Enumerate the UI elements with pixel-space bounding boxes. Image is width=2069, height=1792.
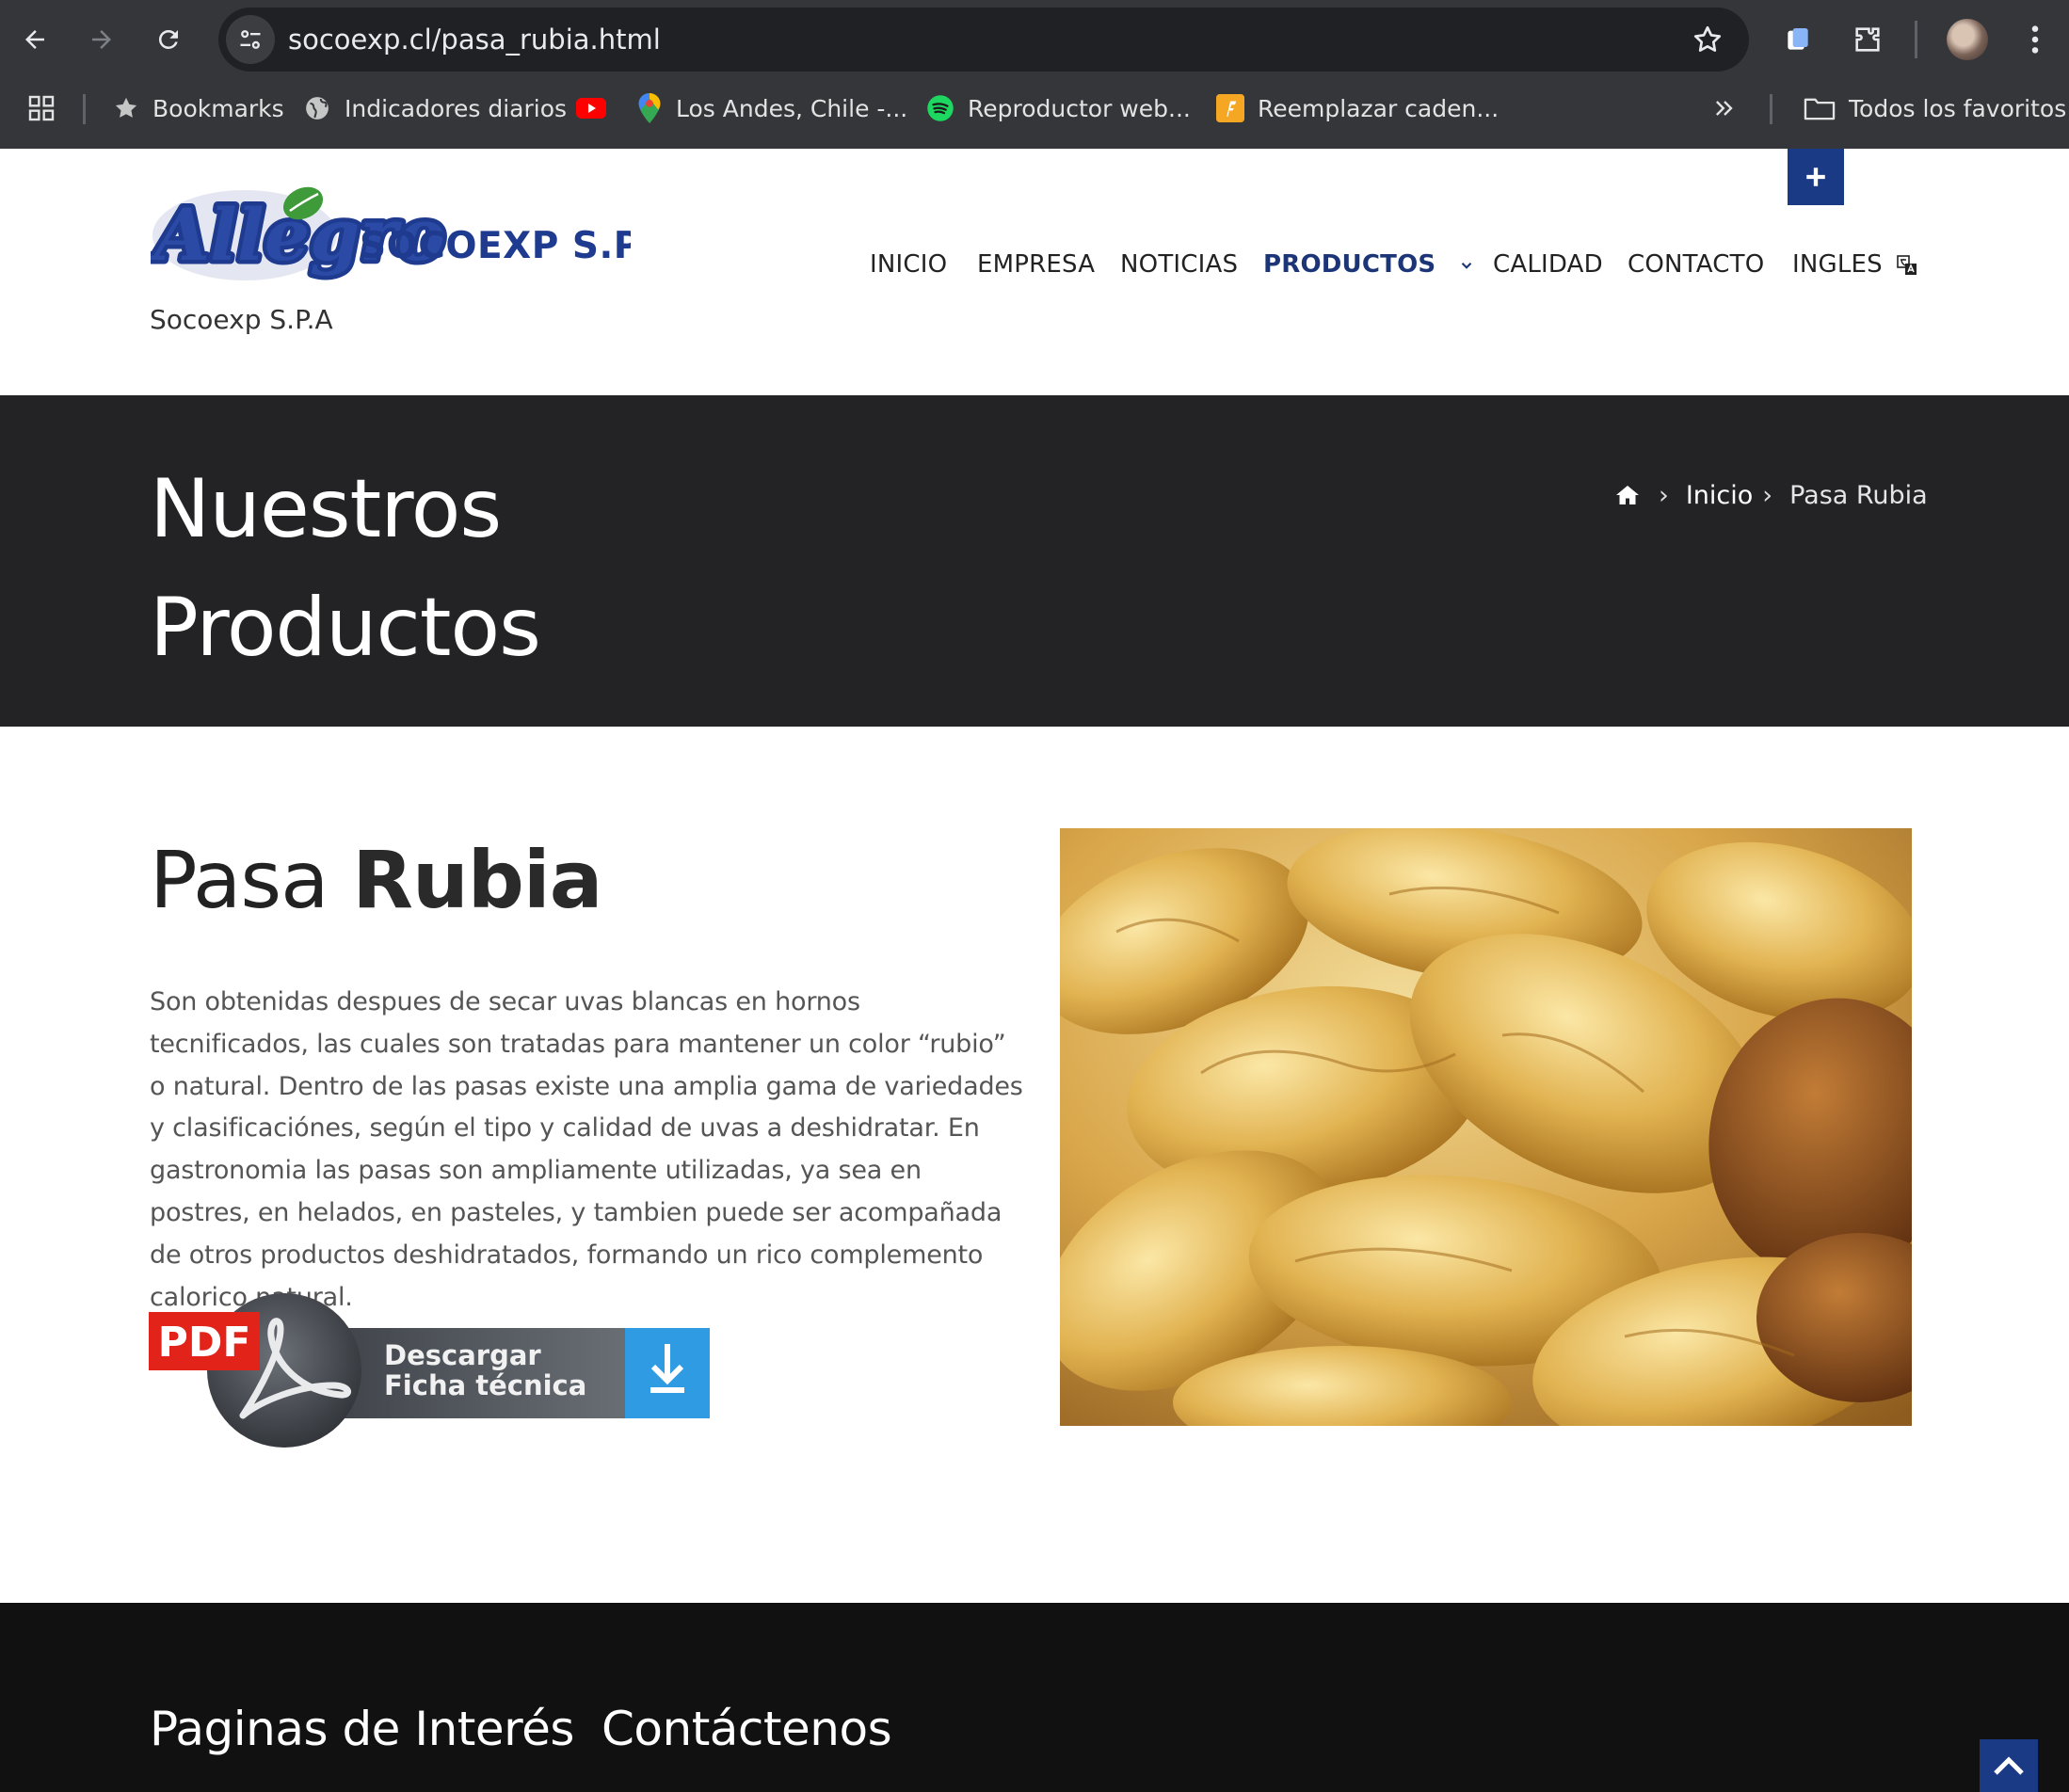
bookmarks-divider	[83, 94, 86, 124]
profile-avatar[interactable]	[1947, 19, 1988, 60]
site-footer: Paginas de Interés Contáctenos	[0, 1603, 2069, 1792]
arrow-left-icon	[25, 30, 44, 49]
menu-item-productos[interactable]: PRODUCTOS	[1263, 241, 1475, 288]
site-info-icon[interactable]	[226, 15, 275, 64]
site-header: Allegro Allegro SOCOEXP S.P.A. Socoexp S…	[0, 149, 2069, 395]
scroll-to-top-button[interactable]	[1980, 1739, 2038, 1792]
star-icon	[115, 97, 137, 118]
bookmark-reemplazar[interactable]: Reemplazar caden...	[1216, 87, 1499, 130]
forward-button[interactable]	[79, 17, 124, 62]
menu-item-noticias[interactable]: NOTICIAS	[1120, 241, 1238, 288]
bookmarks-overflow-button[interactable]	[1711, 87, 1738, 130]
double-chevron-icon	[1716, 101, 1733, 116]
reload-icon	[158, 29, 178, 49]
toolbar-divider	[1915, 21, 1917, 58]
tab-search-icon[interactable]	[1777, 19, 1819, 60]
extensions-icon[interactable]	[1847, 19, 1888, 60]
arrow-right-icon	[92, 30, 111, 49]
product-description: Son obtenidas despues de secar uvas blan…	[150, 987, 1023, 1312]
maps-pin-icon	[638, 93, 661, 123]
download-datasheet-button[interactable]: PDF Descargar Ficha técnica	[149, 1293, 710, 1451]
bookmark-star-icon[interactable]	[1691, 23, 1724, 56]
footer-heading-paginas: Paginas de Interés	[150, 1702, 574, 1756]
main-menu: INICIO EMPRESA NOTICIAS PRODUCTOS CALIDA…	[0, 241, 2069, 288]
bookmarks-divider	[1770, 94, 1772, 124]
chevron-right-icon: ›	[1762, 480, 1773, 510]
pdf-button-line2: Ficha técnica	[384, 1369, 586, 1401]
url-text[interactable]: socoexp.cl/pasa_rubia.html	[288, 8, 661, 72]
youtube-icon	[576, 98, 606, 119]
pdf-badge: PDF	[158, 1319, 251, 1367]
plus-icon	[1806, 168, 1825, 186]
menu-item-ingles[interactable]: INGLES	[1792, 241, 1918, 288]
menu-item-inicio[interactable]: INICIO	[870, 241, 947, 288]
reload-button[interactable]	[146, 17, 191, 62]
product-title: Pasa Rubia	[150, 834, 602, 926]
site-tagline: Socoexp S.P.A	[150, 304, 333, 335]
chevron-right-icon: ›	[1659, 480, 1669, 510]
page-title: Nuestros Productos	[150, 462, 541, 675]
spotify-icon	[927, 95, 954, 121]
breadcrumb-inicio[interactable]: Inicio	[1686, 481, 1753, 510]
chevron-down-icon	[1461, 262, 1471, 269]
home-icon[interactable]	[1615, 484, 1640, 506]
page-title-band: Nuestros Productos › Inicio › Pasa Rubia	[0, 395, 2069, 727]
menu-item-calidad[interactable]: CALIDAD	[1493, 241, 1603, 288]
all-bookmarks-folder[interactable]: Todos los favoritos	[1804, 87, 2066, 130]
folder-icon	[1804, 98, 1836, 120]
address-bar[interactable]: socoexp.cl/pasa_rubia.html	[218, 8, 1749, 72]
chevron-up-icon	[1994, 1756, 2024, 1775]
back-button[interactable]	[12, 17, 57, 62]
bookmark-youtube[interactable]	[576, 87, 606, 130]
globe-icon	[306, 97, 329, 120]
footer-heading-contacto: Contáctenos	[601, 1702, 892, 1756]
bookmark-spotify[interactable]: Reproductor web...	[926, 87, 1191, 130]
browser-chrome: socoexp.cl/pasa_rubia.html Bookmarks Ind…	[0, 0, 2069, 149]
apps-icon[interactable]	[26, 87, 56, 130]
breadcrumb: › Inicio › Pasa Rubia	[1615, 476, 1928, 514]
bookmarks-bar: Bookmarks Indicadores diarios Los Andes,…	[0, 87, 2069, 130]
pdf-button-line1: Descargar	[384, 1339, 541, 1371]
bookmark-indicadores[interactable]: Indicadores diarios	[303, 87, 567, 130]
product-photo	[1060, 828, 1912, 1426]
bookmark-favicon-icon	[1216, 94, 1244, 122]
kebab-menu-icon[interactable]	[2014, 19, 2056, 60]
menu-item-contacto[interactable]: CONTACTO	[1628, 241, 1764, 288]
translate-icon	[1897, 254, 1917, 275]
bookmark-bookmarks[interactable]: Bookmarks	[113, 87, 284, 130]
bookmark-los-andes[interactable]: Los Andes, Chile -...	[636, 87, 907, 130]
expand-panel-button[interactable]	[1788, 149, 1844, 205]
breadcrumb-current: Pasa Rubia	[1789, 480, 1928, 510]
menu-item-empresa[interactable]: EMPRESA	[977, 241, 1095, 288]
